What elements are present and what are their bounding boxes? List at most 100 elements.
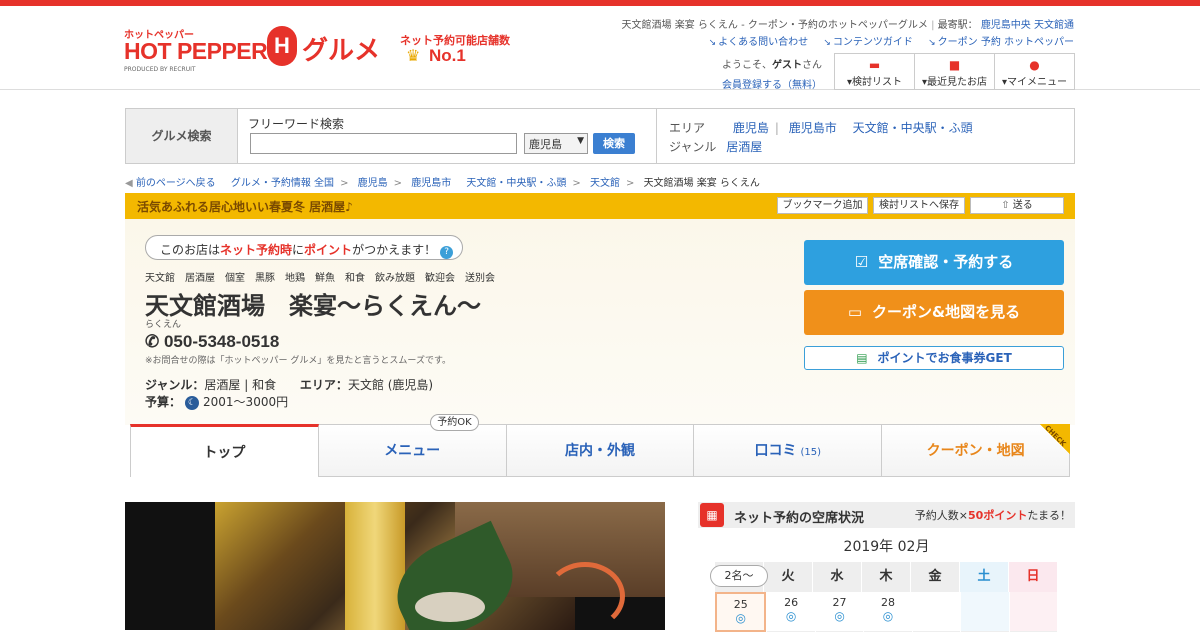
breadcrumb-item[interactable]: 天文館 [590,178,620,189]
calendar-month: 2019年 02月 [843,539,930,555]
tab-interior[interactable]: 店内・外観 [506,424,695,477]
my-menu-button[interactable]: ● ▾マイメニュー [995,54,1074,89]
arrow-icon: ↘ [708,38,717,48]
availability-title: ネット予約の空席状況 [734,511,865,526]
sake-bottle-image [345,502,405,630]
area-link-kagoshima-city[interactable]: 鹿児島市 [789,121,837,135]
available-mark-icon: ◎ [882,609,894,623]
dish-image [415,592,485,622]
catch-copy: 活気あふれる居心地いい春夏冬 居酒屋♪ [137,200,353,214]
faq-link-label: よくある問い合わせ [718,37,809,48]
availability-panel: ▦ ネット予約の空席状況 予約人数×50ポイントたまる！ 2019年 02月 月… [698,502,1075,632]
bookmark-button[interactable]: ブックマーク追加 [777,197,868,214]
logo-brand: HOT PEPPER [124,38,268,64]
free-word-input[interactable] [250,133,517,154]
breadcrumb-item[interactable]: 鹿児島 [358,178,388,189]
genre-link-izakaya[interactable]: 居酒屋 [726,140,762,154]
phone-note: ※お問合せの際は「ホットペッパー グルメ」を見たと言うとスムーズです。 [145,356,452,366]
tab-reviews[interactable]: 口コミ (15) [694,424,883,477]
register-link[interactable]: 会員登録する（無料） [722,76,822,91]
calendar-day-empty [912,592,961,632]
welcome-text: ようこそ、ゲストさん [722,56,822,71]
logo-h-mark: H [267,26,297,66]
send-button[interactable]: ⇧ 送る [970,197,1064,214]
site-header: ホットペッパー HOT PEPPER PRODUCED BY RECRUIT H… [0,6,1200,91]
availability-header: ▦ ネット予約の空席状況 予約人数×50ポイントたまる！ [698,502,1075,528]
shop-tabs: トップ メニュー 店内・外観 口コミ (15) クーポン・地図 [130,424,1070,477]
coupon-map-button[interactable]: ▭ クーポン&地図を見る [804,290,1064,335]
back-link[interactable]: ◀ 前のページへ戻る [125,178,216,189]
check-corner-badge: CHECK [1040,424,1070,454]
history-icon: ■ [948,58,961,72]
area-info-label: エリア： [299,378,348,392]
coupon-top-link-label: クーポン 予約 ホットペッパー [937,37,1074,48]
save-list-button[interactable]: 検討リストへ保存 [873,197,965,214]
phone-icon: ✆ [145,332,164,351]
calendar-day[interactable]: 27 ◎ [815,592,864,632]
party-size-select[interactable]: 2名～ [710,565,768,587]
breadcrumb-current: 天文館酒場 楽宴 らくえん [643,178,760,189]
genre-area-info: ジャンル：居酒屋 | 和食 エリア：天文館 (鹿児島) [145,376,433,393]
tag: 鮮魚 [315,273,335,284]
shrimp-image [545,562,625,630]
logo-produced-by: PRODUCED BY RECRUIT [124,66,196,73]
calendar-day-empty [1009,592,1057,632]
reserve-button[interactable]: ☑ 空席確認・予約する [804,240,1064,285]
calendar-day[interactable]: 28 ◎ [864,592,912,632]
points-note: 予約人数×50ポイントたまる！ [914,509,1071,522]
crown-icon: ♛ [406,46,421,65]
guide-link[interactable]: ↘ コンテンツガイド [823,37,913,48]
search-button[interactable]: 検索 [593,133,635,154]
shop-kana: らくえん [145,320,182,330]
nearest-label: 最寄駅： [937,20,978,31]
tag: 地鶏 [285,273,305,284]
breadcrumb-item[interactable]: 天文館・中央駅・ふ頭 [466,178,566,189]
available-mark-icon: ◎ [834,609,845,623]
logo-gurume: グルメ [302,36,381,66]
nearest-station-link[interactable]: 鹿児島中央 天文館通 [981,20,1074,31]
food-photo-image [215,502,665,630]
budget-label: 予算： [145,395,182,409]
guide-link-label: コンテンツガイド [832,37,913,48]
back-arrow-icon: ◀ [125,178,136,189]
site-logo[interactable]: ホットペッパー HOT PEPPER PRODUCED BY RECRUIT H… [124,26,544,78]
tab-menu[interactable]: メニュー [318,424,507,477]
recent-shops-button[interactable]: ■ ▾最近見たお店 [915,54,995,89]
point-notice: このお店はネット予約時にポイントがつかえます！? [145,235,463,260]
welcome-name: ゲスト [772,60,802,71]
catch-bar: 活気あふれる居心地いい春夏冬 居酒屋♪ ブックマーク追加 検討リストへ保存 ⇧ … [125,193,1075,219]
coupon-top-link[interactable]: ↘ クーポン 予約 ホットペッパー [928,37,1074,48]
reserve-ok-badge: 予約OK [430,414,479,431]
weekday-sun: 日 [1009,562,1057,592]
point-voucher-button[interactable]: ▤ ポイントでお食事券GET [804,346,1064,370]
ticket-icon: ▭ [847,303,863,321]
tag: 飲み放題 [375,273,415,284]
reserve-button-label: 空席確認・予約する [878,253,1014,271]
calendar-day[interactable]: 25 ◎ [715,592,767,632]
faq-link[interactable]: ↘ よくある問い合わせ [709,37,809,48]
breadcrumb-item[interactable]: 鹿児島市 [411,178,451,189]
help-icon[interactable]: ? [440,246,454,259]
tag: 居酒屋 [185,273,215,284]
welcome-suffix: さん [802,60,822,71]
prefecture-select[interactable]: 鹿児島 ▼ [524,133,588,154]
prefecture-value: 鹿児島 [529,138,562,151]
shop-name: 天文館酒場 楽宴～らくえん～ [145,292,481,320]
calendar-icon: ▦ [700,503,724,527]
area-label: エリア [669,121,706,135]
tab-top[interactable]: トップ [130,424,319,477]
tag: 和食 [345,273,365,284]
calendar-day[interactable]: 26 ◎ [767,592,815,632]
page-title-line: 天文館酒場 楽宴 らくえん - クーポン・予約のホットペッパーグルメ | 最寄駅… [621,20,1074,31]
breadcrumb-item[interactable]: グルメ・予約情報 全国 [231,178,334,189]
tag: 歓迎会 [425,273,455,284]
coupon-map-label: クーポン&地図を見る [872,303,1021,321]
moon-icon: ☾ [185,395,200,410]
area-link-kagoshima[interactable]: 鹿児島 [733,121,769,135]
favorites-list-button[interactable]: ▬ ▾検討リスト [835,54,915,89]
area-link-tenmonkan[interactable]: 天文館・中央駅・ふ頭 [853,121,973,135]
shop-photo[interactable] [125,502,665,630]
area-info-value: 天文館 (鹿児島) [347,378,434,392]
dropdown-arrow-icon: ▼ [577,136,584,146]
genre-label: ジャンル [669,140,717,154]
